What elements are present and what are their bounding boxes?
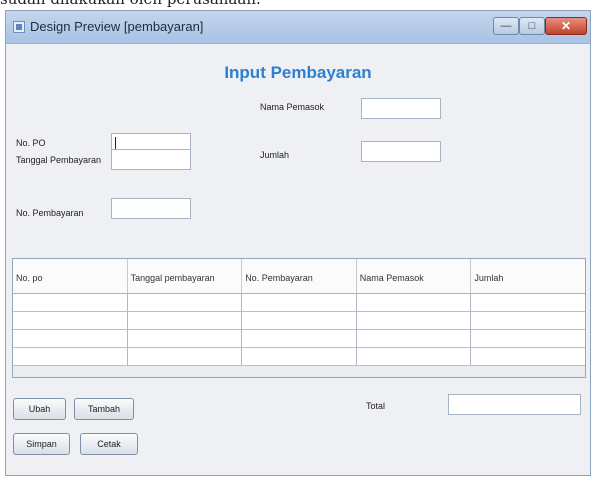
no-pembayaran-label: No. Pembayaran (16, 208, 84, 218)
cetak-button[interactable]: Cetak (80, 433, 138, 455)
jumlah-label: Jumlah (260, 150, 290, 160)
table-cell[interactable] (128, 348, 243, 365)
table-cell[interactable] (242, 348, 357, 365)
tanggal-pembayaran-label: Tanggal Pembayaran (16, 155, 102, 165)
pembayaran-table[interactable]: No. po Tanggal pembayaran No. Pembayaran… (12, 258, 586, 378)
no-pembayaran-input[interactable] (111, 198, 191, 219)
table-cell[interactable] (128, 330, 243, 347)
table-row[interactable] (13, 348, 585, 366)
window-app-icon (13, 21, 25, 33)
column-header[interactable]: Nama Pemasok (357, 259, 472, 293)
table-cell[interactable] (357, 348, 472, 365)
title-bar[interactable]: Design Preview [pembayaran] — □ ✕ (6, 11, 590, 44)
table-cell[interactable] (13, 330, 128, 347)
column-header[interactable]: No. Pembayaran (242, 259, 357, 293)
table-row[interactable] (13, 294, 585, 312)
tanggal-pembayaran-input[interactable] (111, 149, 191, 170)
table-header: No. po Tanggal pembayaran No. Pembayaran… (13, 259, 585, 294)
table-cell[interactable] (471, 294, 585, 311)
nama-pemasok-label: Nama Pemasok (260, 102, 325, 112)
table-cell[interactable] (13, 348, 128, 365)
no-po-label: No. PO (16, 138, 46, 148)
total-label: Total (366, 401, 386, 411)
table-cell[interactable] (357, 330, 472, 347)
table-cell[interactable] (471, 330, 585, 347)
column-header[interactable]: Jumlah (471, 259, 585, 293)
app-window: Design Preview [pembayaran] — □ ✕ Input … (5, 10, 591, 476)
table-cell[interactable] (357, 312, 472, 329)
document-caption: sudah dilakukan oleh perusahaan. (0, 0, 595, 10)
table-cell[interactable] (128, 294, 243, 311)
maximize-button[interactable]: □ (519, 17, 545, 35)
table-cell[interactable] (357, 294, 472, 311)
table-cell[interactable] (242, 294, 357, 311)
column-header[interactable]: No. po (13, 259, 128, 293)
tambah-button[interactable]: Tambah (74, 398, 134, 420)
table-cell[interactable] (13, 312, 128, 329)
column-header[interactable]: Tanggal pembayaran (128, 259, 243, 293)
table-cell[interactable] (242, 330, 357, 347)
jumlah-input[interactable] (361, 141, 441, 162)
table-cell[interactable] (471, 348, 585, 365)
table-cell[interactable] (242, 312, 357, 329)
total-input[interactable] (448, 394, 581, 415)
table-cell[interactable] (471, 312, 585, 329)
window-title: Design Preview [pembayaran] (30, 19, 204, 34)
table-row[interactable] (13, 312, 585, 330)
nama-pemasok-input[interactable] (361, 98, 441, 119)
table-cell[interactable] (13, 294, 128, 311)
ubah-button[interactable]: Ubah (13, 398, 66, 420)
table-cell[interactable] (128, 312, 243, 329)
close-button[interactable]: ✕ (545, 17, 587, 35)
simpan-button[interactable]: Simpan (13, 433, 70, 455)
form-heading: Input Pembayaran (224, 63, 372, 82)
minimize-button[interactable]: — (493, 17, 519, 35)
table-row[interactable] (13, 330, 585, 348)
